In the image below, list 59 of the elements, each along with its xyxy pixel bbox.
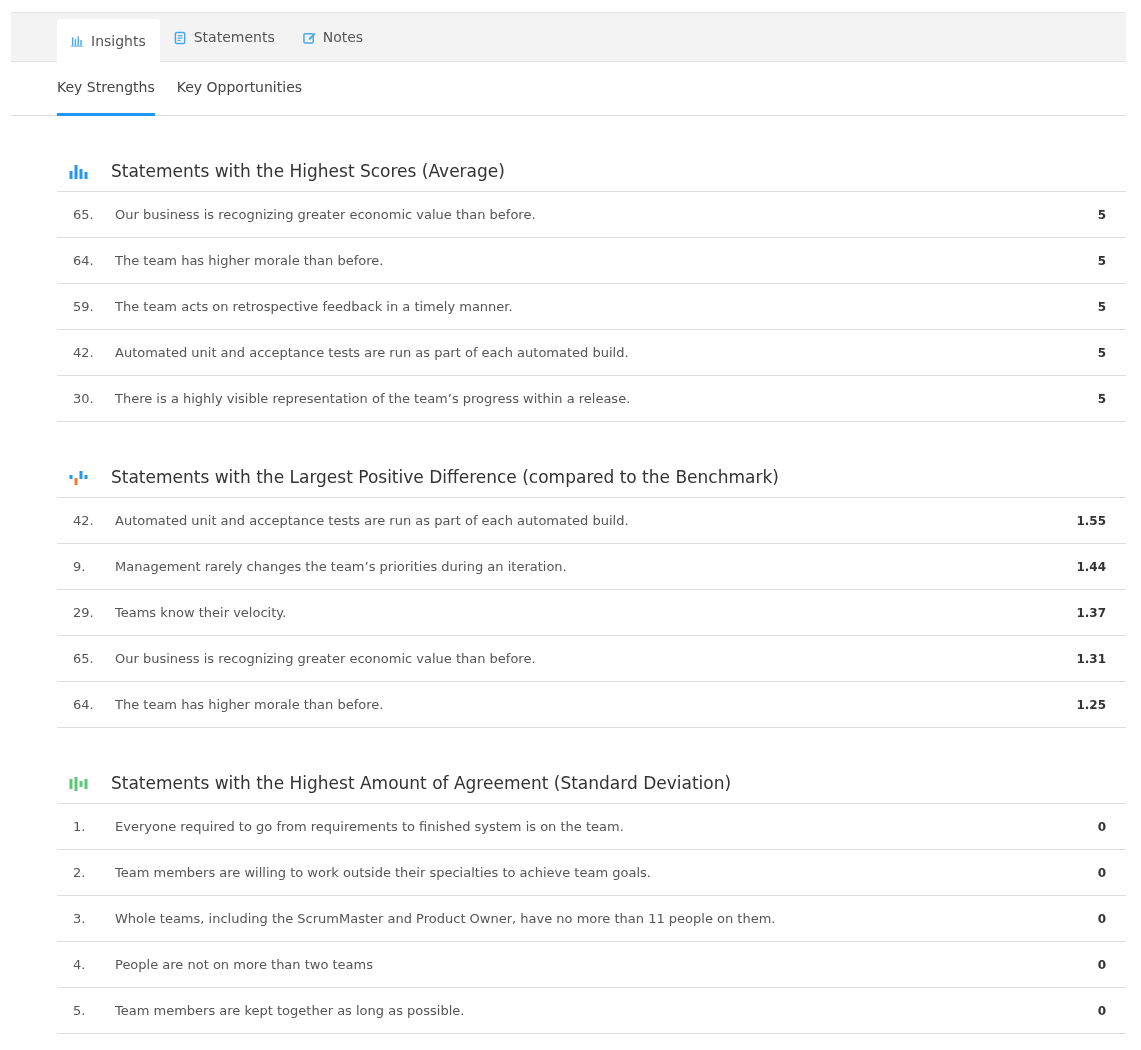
score-value: 1.37 xyxy=(1076,604,1107,622)
statement-number: 1. xyxy=(72,817,87,836)
statement-text: Team members are willing to work outside their specialties to achieve team goals. xyxy=(115,863,652,882)
statement-number: 59. xyxy=(72,297,95,316)
score-value: 5 xyxy=(1097,298,1107,316)
statement-number: 42. xyxy=(72,343,95,362)
statement-number: 29. xyxy=(72,603,95,622)
tab[interactable]: Insights xyxy=(57,19,160,63)
statement-text: Teams know their velocity. xyxy=(115,603,288,622)
statement-text: The team has higher morale than before. xyxy=(115,251,385,270)
section-title: Statements with the Highest Amount of Agreement (Standard Deviation) xyxy=(111,773,732,794)
statement-number: 65. xyxy=(72,205,95,224)
score-value: 1.55 xyxy=(1076,512,1107,530)
score-value: 0 xyxy=(1097,818,1107,836)
bar-chart-icon xyxy=(71,34,84,48)
score-value: 5 xyxy=(1097,390,1107,408)
statement-text: Automated unit and acceptance tests are run as part of each automated build. xyxy=(115,343,630,362)
score-value: 0 xyxy=(1097,956,1107,974)
statement-number: 64. xyxy=(72,251,95,270)
statement-text: Team members are kept together as long as possible. xyxy=(115,1001,466,1020)
statement-text: Our business is recognizing greater economic value than before. xyxy=(115,205,537,224)
statement-text: Management rarely changes the team’s priorities during an iteration. xyxy=(115,557,568,576)
score-value: 1.25 xyxy=(1076,696,1107,714)
section-title: Statements with the Largest Positive Difference (compared to the Benchmark) xyxy=(111,467,779,488)
statement-number: 30. xyxy=(72,389,95,408)
statement-text: Our business is recognizing greater economic value than before. xyxy=(115,649,537,668)
score-value: 5 xyxy=(1097,206,1107,224)
statement-number: 9. xyxy=(72,557,87,576)
statement-number: 65. xyxy=(72,649,95,668)
score-value: 5 xyxy=(1097,252,1107,270)
section-title: Statements with the Highest Scores (Average) xyxy=(111,161,505,182)
statement-number: 4. xyxy=(72,955,87,974)
bar-chart-icon xyxy=(68,164,89,179)
tab[interactable]: Key Strengths xyxy=(57,62,155,116)
statement-text: Whole teams, including the ScrumMaster and Product Owner, have no more than 11 people on them. xyxy=(115,909,777,928)
statement-text: The team has higher morale than before. xyxy=(115,695,385,714)
statement-number: 42. xyxy=(72,511,95,530)
statement-text: People are not on more than two teams xyxy=(115,955,375,974)
statement-number: 64. xyxy=(72,695,95,714)
statement-text: The team acts on retrospective feedback in a timely manner. xyxy=(115,297,514,316)
statement-text: There is a highly visible representation of the team’s progress within a release. xyxy=(115,389,632,408)
tab[interactable]: Key Opportunities xyxy=(176,62,303,116)
tab[interactable]: Statements xyxy=(159,13,289,62)
statement-number: 3. xyxy=(72,909,87,928)
document-icon xyxy=(173,30,187,45)
statement-text: Automated unit and acceptance tests are run as part of each automated build. xyxy=(115,511,630,530)
bar-chart-icon xyxy=(68,776,89,791)
score-value: 5 xyxy=(1097,344,1107,362)
score-value: 0 xyxy=(1097,910,1107,928)
edit-icon xyxy=(302,30,316,45)
tab[interactable]: Notes xyxy=(288,13,378,62)
statement-number: 2. xyxy=(72,863,87,882)
statement-text: Everyone required to go from requirements to finished system is on the team. xyxy=(115,817,625,836)
bar-chart-icon xyxy=(68,470,89,485)
score-value: 1.44 xyxy=(1076,558,1107,576)
statement-number: 5. xyxy=(72,1001,87,1020)
score-value: 0 xyxy=(1097,864,1107,882)
score-value: 0 xyxy=(1097,1002,1107,1020)
score-value: 1.31 xyxy=(1076,650,1107,668)
